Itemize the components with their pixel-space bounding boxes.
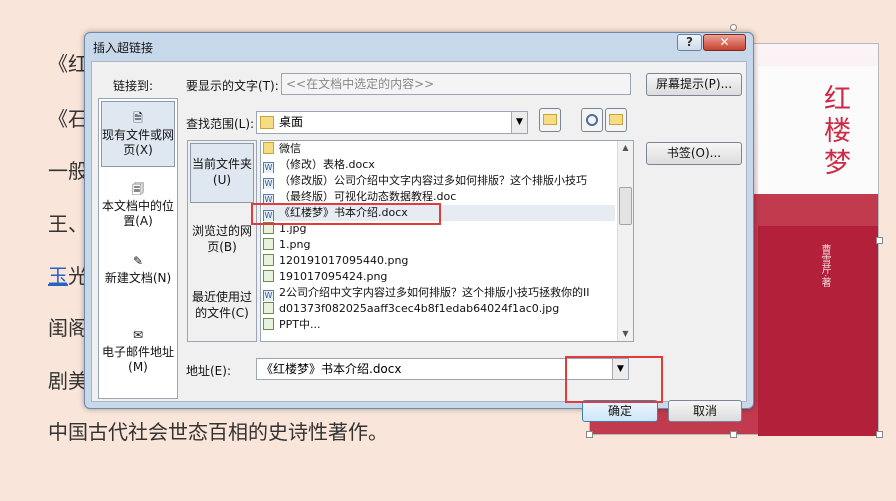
file-name: PPT中... — [279, 318, 321, 331]
file-item[interactable]: d01373f082025aaff3cec4b8f1edab64024f1ac0… — [263, 301, 615, 317]
doc-line-5: 玉光 — [48, 260, 88, 289]
address-label: 地址(E): — [186, 364, 231, 378]
look-in-label: 查找范围(L): — [186, 117, 255, 131]
nav-new-document[interactable]: ✎ 新建文档(N) — [101, 247, 175, 309]
open-folder-icon — [609, 114, 623, 125]
doc-line-8: 中国古代社会世态百相的史诗性著作。 — [48, 420, 388, 444]
nav-place-label: 本文档中的位置(A) — [101, 199, 174, 228]
cancel-button[interactable]: 取消 — [668, 400, 742, 422]
file-item[interactable]: PPT中... — [263, 317, 615, 333]
nav-email-label: 电子邮件地址(M) — [101, 345, 174, 374]
annotation-highlight-ok — [565, 356, 663, 403]
resize-handle-bottom-right[interactable] — [876, 431, 883, 438]
file-item[interactable]: 微信 — [263, 141, 615, 157]
file-name: 2公司介绍中文字内容过多如何排版？这个排版小技巧拯救你的II — [279, 286, 590, 299]
up-folder-button[interactable] — [539, 108, 561, 132]
scroll-thumb[interactable] — [619, 187, 632, 225]
browse-web-button[interactable] — [581, 108, 603, 132]
search-icon — [586, 114, 598, 126]
document-place-icon: 🗐 — [132, 182, 144, 196]
file-list-scrollbar[interactable]: ▲ ▼ — [617, 141, 633, 341]
file-item[interactable]: 191017095424.png — [263, 269, 615, 285]
display-text-label: 要显示的文字(T): — [186, 79, 279, 93]
image-file-icon — [263, 254, 274, 266]
book-title: 红楼梦 — [824, 84, 851, 179]
doc-line-1: 《红 — [48, 52, 88, 76]
word-doc-icon: W — [263, 162, 274, 173]
inner-recent-files[interactable]: 最近使用过的文件(C) — [190, 277, 254, 339]
link-to-label: 链接到: — [113, 79, 154, 93]
annotation-highlight-file — [251, 203, 441, 225]
doc-line-7: 剧美 — [48, 369, 88, 393]
dialog-title: 插入超链接 — [93, 41, 154, 55]
look-in-select[interactable]: 桌面 ▼ — [256, 111, 528, 134]
doc-line-6-text: 闺阁 — [48, 316, 88, 340]
scroll-up-icon[interactable]: ▲ — [618, 141, 633, 155]
file-item[interactable]: 120191017095440.png — [263, 253, 615, 269]
folder-icon — [263, 142, 274, 154]
file-name: 微信 — [279, 142, 301, 155]
resize-handle-bottom-left[interactable] — [586, 431, 593, 438]
bookmark-button[interactable]: 书签(O)... — [646, 142, 742, 165]
inner-browsed-pages[interactable]: 浏览过的网页(B) — [190, 211, 254, 271]
file-name: 191017095424.png — [279, 270, 388, 283]
ok-button[interactable]: 确定 — [582, 400, 658, 422]
image-file-icon — [263, 238, 274, 250]
inner-current-folder[interactable]: 当前文件夹(U) — [190, 143, 254, 203]
desktop-folder-icon — [260, 116, 274, 129]
browse-category-pane: 当前文件夹(U) 浏览过的网页(B) 最近使用过的文件(C) — [187, 140, 257, 342]
resize-handle-right[interactable] — [876, 237, 883, 244]
file-item[interactable]: 1.png — [263, 237, 615, 253]
doc-hyperlink[interactable]: 玉 — [48, 264, 68, 288]
file-name: 120191017095440.png — [279, 254, 409, 267]
file-item[interactable]: W 2公司介绍中文字内容过多如何排版？这个排版小技巧拯救你的II — [263, 285, 615, 301]
nav-new-doc-label: 新建文档(N) — [104, 271, 172, 285]
file-name: （修改）表格.docx — [279, 158, 375, 171]
book-cover-panel — [758, 66, 878, 196]
image-file-icon — [263, 302, 274, 314]
doc-line-4: 王、 — [48, 212, 88, 236]
close-button[interactable]: ✕ — [703, 34, 746, 51]
word-doc-icon: W — [263, 290, 274, 301]
file-list: 微信 W （修改）表格.docx W （修改版）公司介绍中文字内容过多如何排版？这个… — [260, 140, 634, 342]
nav-place-in-document[interactable]: 🗐 本文档中的位置(A) — [101, 175, 175, 237]
dialog-body: 链接到: 要显示的文字(T): <<在文档中选定的内容>> 屏幕提示(P)...… — [91, 61, 747, 422]
file-web-icon: 🗎 — [133, 111, 143, 125]
new-document-icon: ✎ — [132, 254, 144, 268]
help-button[interactable]: ? — [677, 34, 702, 51]
file-item[interactable]: W （修改）表格.docx — [263, 157, 615, 173]
address-value: 《红楼梦》书本介绍.docx — [261, 362, 402, 376]
doc-line-3: 一般 — [48, 159, 88, 183]
file-name: d01373f082025aaff3cec4b8f1edab64024f1ac0… — [279, 302, 560, 315]
look-in-value: 桌面 — [279, 115, 304, 129]
file-name: （修改版）公司介绍中文字内容过多如何排版？这个排版小技巧 — [279, 174, 587, 187]
rotate-handle[interactable] — [730, 24, 737, 31]
up-folder-icon — [543, 114, 557, 125]
resize-handle-bottom[interactable] — [730, 431, 737, 438]
nav-email-address[interactable]: ✉ 电子邮件地址(M) — [101, 321, 175, 383]
link-to-pane: 🗎 现有文件或网页(X) 🗐 本文档中的位置(A) ✎ 新建文档(N) ✉ 电子… — [98, 98, 178, 399]
file-name: 1.png — [279, 238, 311, 251]
book-author: 曹雪芹·著 — [819, 244, 830, 288]
nav-existing-file-label: 现有文件或网页(X) — [102, 128, 175, 157]
image-file-icon — [263, 318, 274, 330]
nav-existing-file[interactable]: 🗎 现有文件或网页(X) — [101, 101, 175, 167]
screentip-button[interactable]: 屏幕提示(P)... — [646, 73, 742, 96]
display-text-field[interactable]: <<在文档中选定的内容>> — [281, 73, 631, 95]
email-icon: ✉ — [132, 328, 144, 342]
file-item[interactable]: W （修改版）公司介绍中文字内容过多如何排版？这个排版小技巧 — [263, 173, 615, 189]
chevron-down-icon[interactable]: ▼ — [511, 112, 527, 133]
image-file-icon — [263, 270, 274, 282]
word-doc-icon: W — [263, 178, 274, 189]
scroll-down-icon[interactable]: ▼ — [618, 327, 633, 341]
browse-file-button[interactable] — [605, 108, 627, 132]
doc-line-2: 《石 — [48, 107, 88, 131]
file-name: （最终版）可视化动态数据教程.doc — [279, 190, 457, 203]
